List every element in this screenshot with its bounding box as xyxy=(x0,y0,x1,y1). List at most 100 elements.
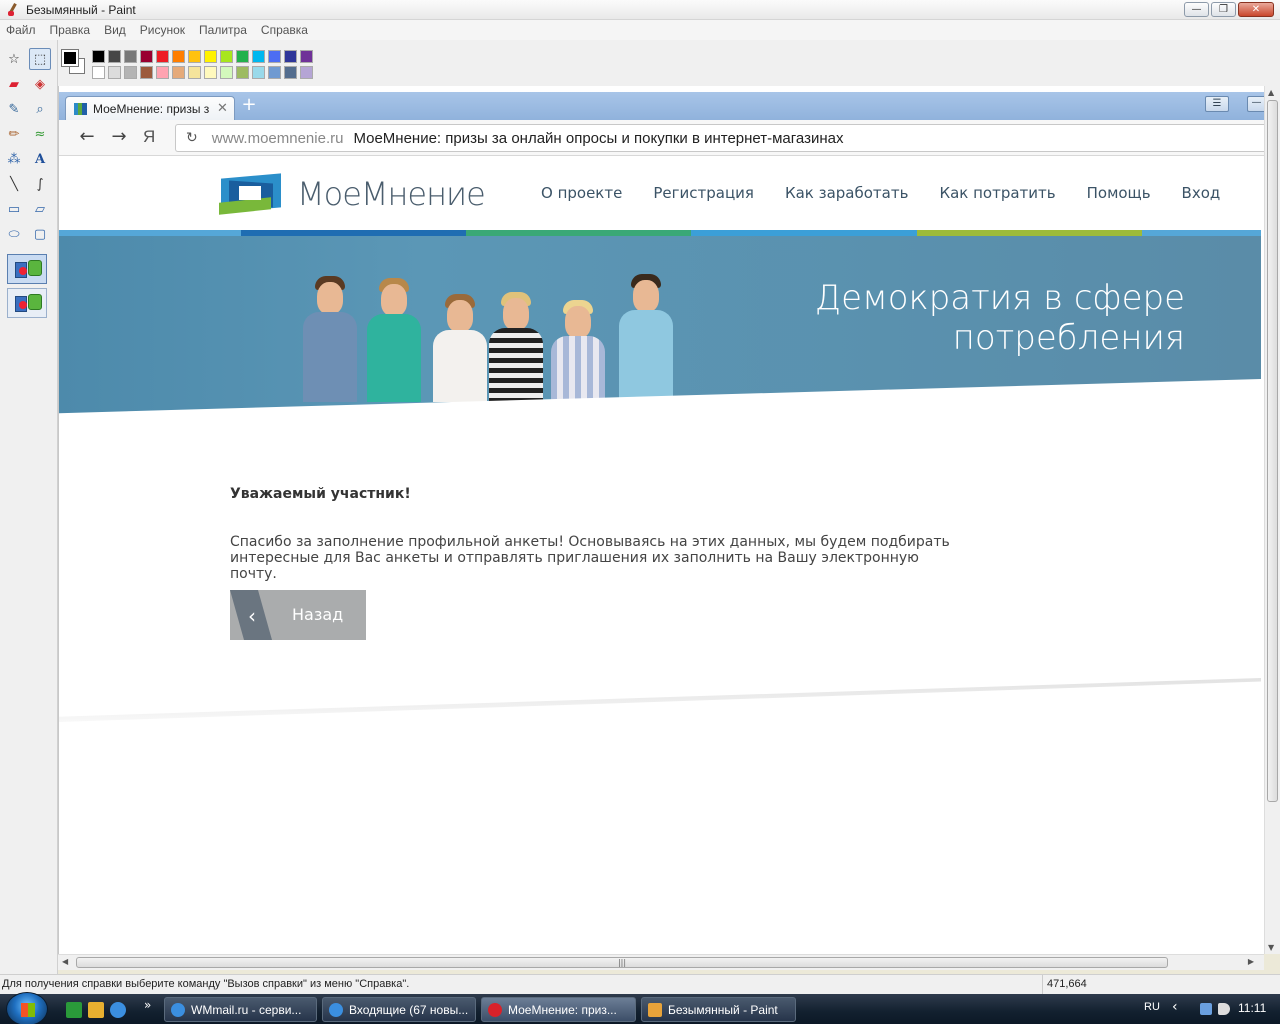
rectangle-icon[interactable]: ▭ xyxy=(3,198,25,220)
clock[interactable]: 11:11 xyxy=(1238,1001,1266,1015)
select-icon[interactable]: ⬚ xyxy=(29,48,51,70)
scroll-down-icon[interactable]: ▼ xyxy=(1268,943,1274,952)
text-icon[interactable]: A xyxy=(29,148,51,170)
network-icon[interactable] xyxy=(1200,1003,1212,1015)
rounded-rectangle-icon[interactable]: ▢ xyxy=(29,223,51,245)
color-swatch[interactable] xyxy=(172,50,185,63)
start-button[interactable] xyxy=(6,992,48,1024)
airbrush-icon[interactable]: ⁂ xyxy=(3,148,25,170)
color-swatch[interactable] xyxy=(284,50,297,63)
color-swatch[interactable] xyxy=(252,50,265,63)
brush-icon[interactable]: ≈ xyxy=(29,123,51,145)
menu-view[interactable]: Вид xyxy=(104,23,126,37)
polygon-icon[interactable]: ▱ xyxy=(29,198,51,220)
color-swatch[interactable] xyxy=(220,66,233,79)
vertical-scrollbar[interactable]: ▲ ▼ xyxy=(1264,86,1280,954)
maximize-button[interactable]: ❐ xyxy=(1211,2,1236,17)
fill-icon[interactable]: ◈ xyxy=(29,73,51,95)
line-icon[interactable]: ╲ xyxy=(3,173,25,195)
eraser-icon[interactable]: ▰ xyxy=(3,73,25,95)
url-field[interactable]: ↻ www.moemnenie.ru МоеМнение: призы за о… xyxy=(175,124,1264,152)
volume-icon[interactable] xyxy=(1218,1003,1230,1015)
color-swatch[interactable] xyxy=(236,66,249,79)
nav-how-to-earn[interactable]: Как заработать xyxy=(785,184,909,202)
paint-canvas[interactable]: МоеМнение: призы з ✕ + ☰ — ← → Я ↻ www.m… xyxy=(58,86,1264,954)
color-swatch[interactable] xyxy=(156,66,169,79)
color-swatch[interactable] xyxy=(108,50,121,63)
color-swatch[interactable] xyxy=(252,66,265,79)
nav-how-to-spend[interactable]: Как потратить xyxy=(939,184,1055,202)
browser-minimize-button[interactable]: — xyxy=(1247,96,1264,112)
browser-menu-icon[interactable]: ☰ xyxy=(1205,96,1229,112)
reload-icon[interactable]: ↻ xyxy=(186,130,198,146)
menu-image[interactable]: Рисунок xyxy=(140,23,185,37)
color-swatch[interactable] xyxy=(300,66,313,79)
forward-arrow-icon[interactable]: → xyxy=(107,126,131,150)
color-swatch[interactable] xyxy=(204,66,217,79)
menu-help[interactable]: Справка xyxy=(261,23,308,37)
color-swatch[interactable] xyxy=(92,50,105,63)
taskbar-button-moemnenie[interactable]: МоеМнение: приз... xyxy=(481,997,636,1022)
language-indicator[interactable]: RU xyxy=(1144,1001,1160,1013)
ellipse-icon[interactable]: ⬭ xyxy=(3,223,25,245)
nav-about[interactable]: О проекте xyxy=(541,184,622,202)
nav-registration[interactable]: Регистрация xyxy=(653,184,754,202)
horizontal-scroll-thumb[interactable]: ||| xyxy=(76,957,1168,968)
current-colors[interactable] xyxy=(60,48,86,78)
menu-edit[interactable]: Правка xyxy=(50,23,91,37)
tab-close-icon[interactable]: ✕ xyxy=(217,101,228,116)
minimize-button[interactable]: — xyxy=(1184,2,1209,17)
color-swatch[interactable] xyxy=(172,66,185,79)
foreground-color[interactable] xyxy=(61,49,79,67)
color-swatch[interactable] xyxy=(268,50,281,63)
scroll-up-icon[interactable]: ▲ xyxy=(1268,88,1274,97)
color-swatch[interactable] xyxy=(204,50,217,63)
tray-expand-icon[interactable]: ‹ xyxy=(1172,999,1178,1015)
pencil-icon[interactable]: ✏ xyxy=(3,123,25,145)
paint-icon xyxy=(648,1002,662,1017)
color-swatch[interactable] xyxy=(140,50,153,63)
taskbar-button-paint[interactable]: Безымянный - Paint xyxy=(641,997,796,1022)
taskbar-button-inbox[interactable]: Входящие (67 новы... xyxy=(322,997,476,1022)
color-swatch[interactable] xyxy=(108,66,121,79)
nav-login[interactable]: Вход xyxy=(1182,184,1221,202)
scroll-right-icon[interactable]: ▶ xyxy=(1248,957,1254,966)
color-swatch[interactable] xyxy=(220,50,233,63)
color-swatch[interactable] xyxy=(300,50,313,63)
new-tab-button[interactable]: + xyxy=(239,96,259,116)
quicklaunch-more-icon[interactable]: » xyxy=(144,998,151,1012)
vertical-scroll-thumb[interactable] xyxy=(1267,100,1278,802)
color-swatch[interactable] xyxy=(124,50,137,63)
site-logo[interactable]: МоеМнение xyxy=(219,170,486,218)
curve-icon[interactable]: ∫ xyxy=(29,173,51,195)
color-swatch[interactable] xyxy=(140,66,153,79)
cursor-coordinates: 471,664 xyxy=(1042,975,1280,995)
color-swatch[interactable] xyxy=(188,66,201,79)
quicklaunch-app-icon[interactable] xyxy=(66,1002,82,1018)
browser-tab-active[interactable]: МоеМнение: призы з ✕ xyxy=(65,96,235,120)
scroll-left-icon[interactable]: ◀ xyxy=(62,957,68,966)
color-swatch[interactable] xyxy=(124,66,137,79)
transparent-selection-option[interactable] xyxy=(7,288,47,318)
color-swatch[interactable] xyxy=(188,50,201,63)
nav-help[interactable]: Помощь xyxy=(1087,184,1151,202)
color-swatch[interactable] xyxy=(268,66,281,79)
taskbar-button-wmmail[interactable]: WMmail.ru - серви... xyxy=(164,997,317,1022)
color-swatch[interactable] xyxy=(284,66,297,79)
color-picker-icon[interactable]: ✎ xyxy=(3,98,25,120)
quicklaunch-media-icon[interactable] xyxy=(88,1002,104,1018)
quicklaunch-ie-icon[interactable] xyxy=(110,1002,126,1018)
free-form-select-icon[interactable]: ☆ xyxy=(3,48,25,70)
menu-file[interactable]: Файл xyxy=(6,23,36,37)
color-swatch[interactable] xyxy=(156,50,169,63)
back-arrow-icon[interactable]: ← xyxy=(75,126,99,150)
color-swatch[interactable] xyxy=(92,66,105,79)
magnifier-icon[interactable]: ⌕ xyxy=(29,98,51,120)
opaque-selection-option[interactable] xyxy=(7,254,47,284)
menu-colors[interactable]: Палитра xyxy=(199,23,247,37)
back-button[interactable]: ‹ Назад xyxy=(230,590,366,640)
horizontal-scrollbar[interactable]: ◀ ||| ▶ xyxy=(58,954,1264,970)
color-swatch[interactable] xyxy=(236,50,249,63)
yandex-button[interactable]: Я xyxy=(143,127,155,147)
close-button[interactable]: ✕ xyxy=(1238,2,1274,17)
